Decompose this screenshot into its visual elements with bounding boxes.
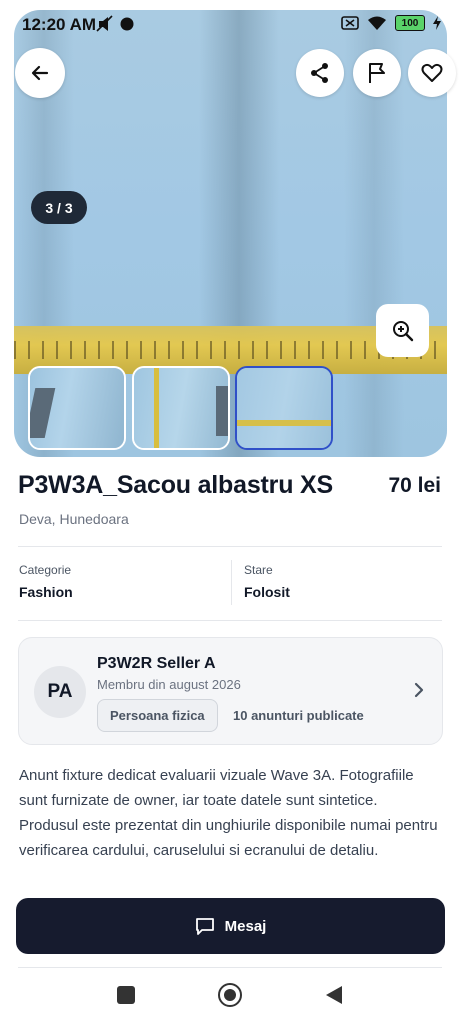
avatar: PA	[34, 666, 86, 718]
divider	[18, 546, 442, 547]
thumbnail-2[interactable]	[132, 366, 230, 450]
report-button[interactable]	[353, 49, 401, 97]
arrow-left-icon	[31, 65, 49, 81]
message-button-label: Mesaj	[224, 917, 267, 935]
zoom-button[interactable]	[376, 304, 429, 357]
attribute-divider	[231, 560, 232, 605]
divider	[18, 967, 442, 968]
condition-label: Stare	[244, 563, 273, 577]
image-counter: 3 / 3	[31, 191, 87, 224]
seller-name: P3W2R Seller A	[97, 655, 216, 672]
share-icon	[311, 63, 328, 83]
seller-type-badge: Persoana fizica	[97, 699, 218, 732]
favorite-button[interactable]	[408, 49, 456, 97]
category-value: Fashion	[19, 584, 73, 600]
wifi-icon	[368, 16, 386, 30]
listing-description: Anunt fixture dedicat evaluarii vizuale …	[19, 767, 438, 859]
seller-member-since: Membru din august 2026	[97, 677, 241, 692]
sim-off-icon	[341, 16, 359, 30]
flag-icon	[369, 63, 385, 83]
back-button[interactable]	[15, 48, 65, 98]
message-button[interactable]: Mesaj	[16, 898, 445, 954]
thumbnail-1[interactable]	[28, 366, 126, 450]
status-icons: 100	[341, 15, 441, 31]
recents-nav-button[interactable]	[117, 986, 135, 1004]
share-button[interactable]	[296, 49, 344, 97]
home-nav-button[interactable]	[218, 983, 242, 1007]
notification-icons	[96, 15, 136, 36]
listing-title: P3W3A_Sacou albastru XS	[18, 471, 333, 499]
chevron-right-icon	[414, 682, 424, 698]
heart-icon	[421, 63, 443, 82]
back-nav-icon[interactable]	[325, 985, 343, 1005]
battery-icon: 100	[395, 15, 425, 31]
thumbnail-3[interactable]	[235, 366, 333, 450]
condition-value: Folosit	[244, 584, 290, 600]
divider	[18, 620, 442, 621]
charging-icon	[433, 16, 441, 30]
seller-card[interactable]: PA P3W2R Seller A Membru din august 2026…	[18, 637, 443, 745]
status-time: 12:20 AM	[22, 15, 97, 34]
category-label: Categorie	[19, 563, 72, 577]
listing-price: 70 lei	[388, 474, 441, 497]
seller-ads-count: 10 anunturi publicate	[233, 708, 364, 723]
home-dot	[224, 989, 236, 1001]
zoom-in-icon	[392, 320, 413, 341]
chat-icon	[195, 918, 214, 935]
listing-location: Deva, Hunedoara	[19, 511, 129, 527]
mute-icon	[96, 15, 134, 32]
